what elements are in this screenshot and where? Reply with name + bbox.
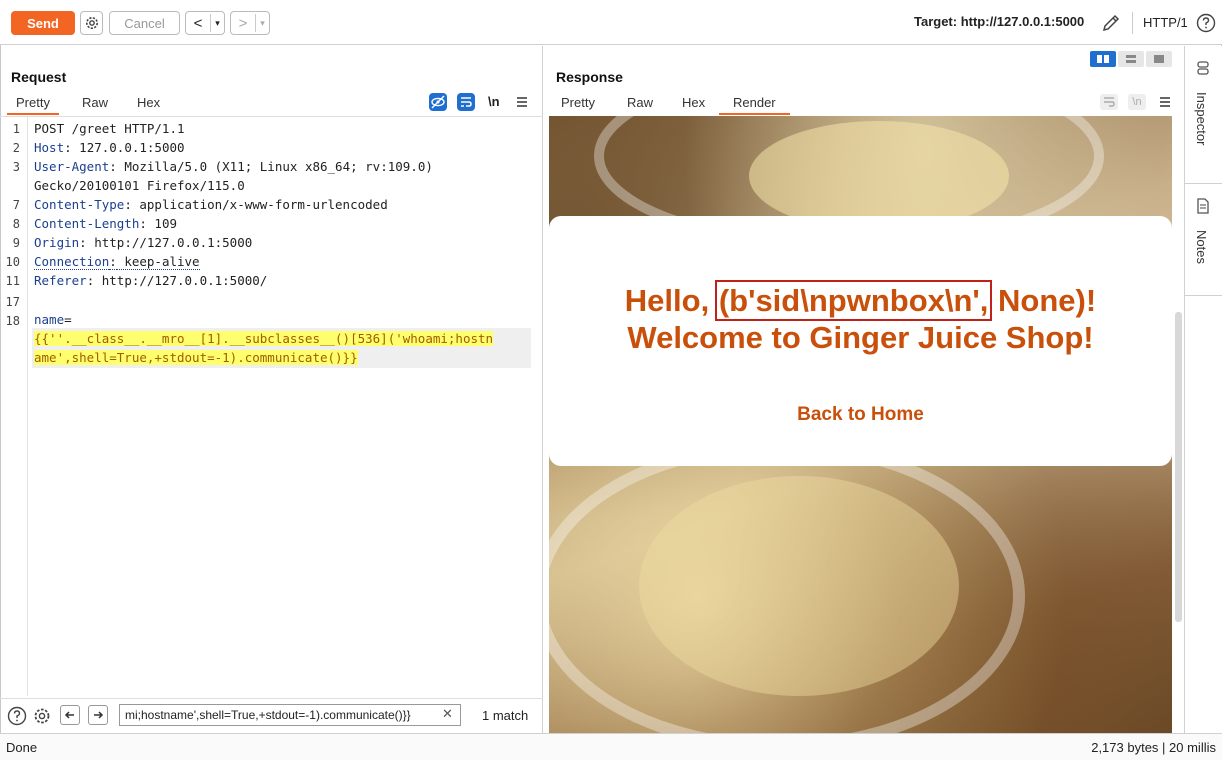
target-label: Target: http://127.0.0.1:5000 — [914, 14, 1085, 29]
response-stats: 2,173 bytes | 20 millis — [1091, 740, 1216, 755]
hello-line: Hello, (b'sid\npwnbox\n', None)! — [624, 280, 1097, 321]
line-number: 1 — [12, 122, 20, 136]
tab-response-hex[interactable]: Hex — [682, 95, 705, 110]
header-content-length: Content-Length: 109 — [34, 216, 177, 231]
tab-request-pretty[interactable]: Pretty — [7, 95, 59, 115]
notes-section[interactable]: Notes — [1184, 184, 1222, 296]
line-number: 18 — [5, 314, 20, 328]
chevron-left-icon: < — [193, 14, 203, 32]
header-content-type: Content-Type: application/x-www-form-url… — [34, 197, 388, 212]
layout-tabs-button[interactable] — [1146, 51, 1172, 67]
history-back-button[interactable]: < ▾ — [185, 11, 225, 35]
search-next-button[interactable] — [88, 705, 108, 725]
cancel-button[interactable]: Cancel — [109, 11, 180, 35]
gear-icon — [85, 17, 98, 29]
line-number: 7 — [12, 198, 20, 212]
injection-output-highlight: (b'sid\npwnbox\n', — [714, 280, 993, 321]
search-input[interactable]: mi;hostname',shell=True,+stdout=-1).comm… — [119, 704, 461, 726]
help-icon[interactable] — [1196, 13, 1216, 33]
request-title: Request — [11, 69, 67, 85]
header-referer: Referer: http://127.0.0.1:5000/ — [34, 273, 268, 288]
welcome-line: Welcome to Ginger Juice Shop! — [627, 320, 1094, 355]
columns-icon — [1097, 55, 1109, 63]
menu-icon[interactable] — [1158, 95, 1172, 109]
response-title: Response — [556, 69, 623, 85]
back-to-home-link[interactable]: Back to Home — [549, 404, 1172, 426]
close-icon[interactable]: ✕ — [442, 706, 453, 722]
hide-nonprintable-icon[interactable] — [429, 93, 447, 111]
line-number: 9 — [12, 236, 20, 250]
toolbar-divider — [1132, 12, 1133, 34]
status-bar — [0, 733, 1222, 760]
search-previous-button[interactable] — [60, 705, 80, 725]
header-origin: Origin: http://127.0.0.1:5000 — [34, 235, 253, 250]
line-number: 8 — [12, 217, 20, 231]
word-wrap-icon[interactable] — [457, 93, 475, 111]
header-user-agent: User-Agent: Mozilla/5.0 (X11; Linux x86_… — [34, 159, 433, 174]
greeting-text: Hello, (b'sid\npwnbox\n', None)! Welcome… — [549, 280, 1172, 356]
settings-button[interactable] — [80, 11, 103, 35]
inspector-label[interactable]: Inspector — [1194, 92, 1209, 145]
rows-icon — [1126, 55, 1136, 63]
body-param-name: name= — [34, 312, 72, 327]
layout-stacked-button[interactable] — [1118, 51, 1144, 67]
status-text: Done — [6, 740, 38, 755]
arrow-right-icon — [94, 711, 104, 719]
newline-toggle: \n — [1128, 94, 1146, 110]
line-number: 3 — [12, 160, 20, 174]
render-scrollbar[interactable] — [1175, 312, 1182, 622]
layout-side-by-side-button[interactable] — [1090, 51, 1116, 67]
word-wrap-icon — [1100, 94, 1118, 110]
help-icon[interactable] — [7, 706, 27, 726]
header-user-agent-cont: Gecko/20100101 Firefox/115.0 — [34, 178, 245, 193]
header-host: Host: 127.0.0.1:5000 — [34, 140, 185, 155]
chevron-down-icon[interactable]: ▾ — [255, 14, 269, 32]
line-number: 17 — [5, 295, 20, 309]
inspector-icon — [1197, 61, 1209, 75]
tab-response-raw[interactable]: Raw — [627, 95, 653, 110]
single-pane-icon — [1154, 55, 1164, 63]
newline-toggle[interactable]: \n — [488, 94, 500, 109]
payload-line: ame',shell=True,+stdout=-1).communicate(… — [34, 350, 358, 365]
match-count: 1 match — [482, 708, 529, 723]
gear-icon[interactable] — [32, 706, 52, 726]
line-number: 2 — [12, 141, 20, 155]
tab-response-render[interactable]: Render — [719, 95, 790, 115]
tab-response-pretty[interactable]: Pretty — [561, 95, 595, 110]
line-number: 11 — [5, 274, 20, 288]
arrow-left-icon — [64, 711, 74, 719]
send-button[interactable]: Send — [11, 11, 75, 35]
chevron-right-icon: > — [238, 14, 248, 32]
tab-request-hex[interactable]: Hex — [137, 95, 160, 110]
header-connection: Connection: keep-alive — [34, 254, 200, 270]
notes-label[interactable]: Notes — [1194, 230, 1209, 264]
chevron-down-icon[interactable]: ▾ — [210, 14, 224, 32]
history-forward-button[interactable]: > ▾ — [230, 11, 270, 35]
notes-icon — [1197, 198, 1209, 214]
line-number: 10 — [5, 255, 20, 269]
inspector-section[interactable]: Inspector — [1184, 46, 1222, 184]
payload-line: {{''.__class__.__mro__[1].__subclasses__… — [34, 331, 494, 346]
protocol-selector[interactable]: HTTP/1 — [1143, 15, 1188, 30]
tab-request-raw[interactable]: Raw — [82, 95, 108, 110]
request-line: POST /greet HTTP/1.1 — [34, 121, 185, 136]
pencil-icon[interactable] — [1101, 13, 1121, 33]
menu-icon[interactable] — [515, 95, 529, 109]
